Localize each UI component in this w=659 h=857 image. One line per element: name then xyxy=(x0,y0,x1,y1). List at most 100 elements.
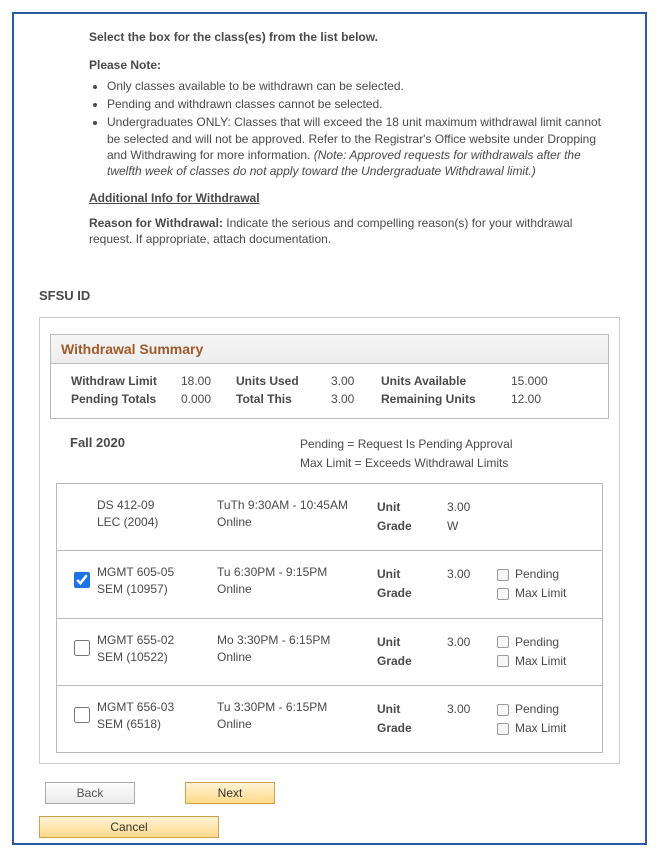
maxlimit-flag: Max Limit xyxy=(497,719,594,738)
note-list: Only classes available to be withdrawn c… xyxy=(107,78,610,179)
unit-label: Unit xyxy=(377,498,447,517)
course-code: MGMT 656-03 xyxy=(97,700,217,714)
course-cell: DS 412-09LEC (2004) xyxy=(97,498,217,529)
class-row: DS 412-09LEC (2004)TuTh 9:30AM - 10:45AM… xyxy=(57,484,602,551)
maxlimit-flag-label: Max Limit xyxy=(515,584,566,603)
pending-flag-label: Pending xyxy=(515,565,559,584)
course-section: SEM (10957) xyxy=(97,582,217,596)
maxlimit-flag-label: Max Limit xyxy=(515,719,566,738)
note-item: Only classes available to be withdrawn c… xyxy=(107,78,610,94)
schedule-time: Tu 3:30PM - 6:15PM xyxy=(217,700,377,714)
grade-label: Grade xyxy=(377,652,447,671)
course-section: SEM (10522) xyxy=(97,650,217,664)
schedule-mode: Online xyxy=(217,650,377,664)
schedule-cell: Tu 3:30PM - 6:15PMOnline xyxy=(217,700,377,731)
unitgrade-labels: UnitGrade xyxy=(377,498,447,536)
summary-row: Withdraw Limit 18.00 Units Used 3.00 Uni… xyxy=(71,374,598,388)
units-value: 3.00 xyxy=(447,498,497,517)
schedule-mode: Online xyxy=(217,582,377,596)
course-cell: MGMT 605-05SEM (10957) xyxy=(97,565,217,596)
legend-maxlimit: Max Limit = Exceeds Withdrawal Limits xyxy=(300,454,512,473)
please-note-label: Please Note: xyxy=(89,58,161,72)
term-row: Fall 2020 Pending = Request Is Pending A… xyxy=(70,435,599,473)
class-row: MGMT 656-03 SEM (6518)Tu 3:30PM - 6:15PMO… xyxy=(57,686,602,752)
button-row: Back Next xyxy=(39,782,620,804)
unit-label: Unit xyxy=(377,700,447,719)
course-cell: MGMT 655-02 SEM (10522) xyxy=(97,633,217,664)
unit-label: Unit xyxy=(377,633,447,652)
flags-cell: PendingMax Limit xyxy=(497,633,594,671)
back-button[interactable]: Back xyxy=(45,782,135,804)
summary-body: Withdraw Limit 18.00 Units Used 3.00 Uni… xyxy=(51,364,608,418)
course-section: SEM (6518) xyxy=(97,717,217,731)
units-value: 3.00 xyxy=(447,700,497,719)
course-cell: MGMT 656-03 SEM (6518) xyxy=(97,700,217,731)
additional-info-title: Additional Info for Withdrawal xyxy=(89,191,610,205)
withdrawal-summary-box: Withdrawal Summary Withdraw Limit 18.00 … xyxy=(50,334,609,419)
pending-flag-box xyxy=(497,636,509,648)
legend-block: Pending = Request Is Pending Approval Ma… xyxy=(300,435,512,473)
schedule-time: TuTh 9:30AM - 10:45AM xyxy=(217,498,377,512)
withdraw-limit-value: 18.00 xyxy=(181,374,236,388)
withdrawal-form-frame: Select the box for the class(es) from th… xyxy=(12,12,647,845)
grade-label: Grade xyxy=(377,719,447,738)
select-line: Select the box for the class(es) from th… xyxy=(89,30,378,44)
note-item: Pending and withdrawn classes cannot be … xyxy=(107,96,610,112)
unitgrade-labels: UnitGrade xyxy=(377,700,447,738)
select-class-checkbox[interactable] xyxy=(74,640,90,656)
grade-label: Grade xyxy=(377,517,447,536)
note-item: Undergraduates ONLY: Classes that will e… xyxy=(107,114,610,179)
grade-value: W xyxy=(447,517,497,536)
course-code: DS 412-09 xyxy=(97,498,217,512)
cancel-button[interactable]: Cancel xyxy=(39,816,219,838)
legend-pending: Pending = Request Is Pending Approval xyxy=(300,435,512,454)
schedule-cell: Tu 6:30PM - 9:15PM Online xyxy=(217,565,377,596)
withdrawal-panel: Withdrawal Summary Withdraw Limit 18.00 … xyxy=(39,317,620,765)
checkbox-cell xyxy=(65,498,97,502)
withdraw-limit-label: Withdraw Limit xyxy=(71,374,181,388)
pending-flag-label: Pending xyxy=(515,633,559,652)
flags-cell: PendingMax Limit xyxy=(497,565,594,603)
pending-flag-box xyxy=(497,569,509,581)
pending-flag: Pending xyxy=(497,565,594,584)
total-this-label: Total This xyxy=(236,392,331,406)
schedule-cell: Mo 3:30PM - 6:15PMOnline xyxy=(217,633,377,664)
checkbox-cell xyxy=(65,565,97,591)
pending-totals-label: Pending Totals xyxy=(71,392,181,406)
select-class-checkbox[interactable] xyxy=(74,707,90,723)
pending-flag: Pending xyxy=(497,700,594,719)
sfsu-id-label: SFSU ID xyxy=(39,288,620,303)
total-this-value: 3.00 xyxy=(331,392,381,406)
maxlimit-flag-box xyxy=(497,588,509,600)
summary-row: Pending Totals 0.000 Total This 3.00 Rem… xyxy=(71,392,598,406)
remaining-units-value: 12.00 xyxy=(511,392,571,406)
unit-label: Unit xyxy=(377,565,447,584)
reason-line: Reason for Withdrawal: Indicate the seri… xyxy=(89,215,610,247)
units-used-label: Units Used xyxy=(236,374,331,388)
unit-values: 3.00 xyxy=(447,700,497,719)
pending-flag-box xyxy=(497,704,509,716)
term-label: Fall 2020 xyxy=(70,435,300,473)
pending-totals-value: 0.000 xyxy=(181,392,236,406)
checkbox-cell xyxy=(65,633,97,659)
units-value: 3.00 xyxy=(447,565,497,584)
flags-cell: PendingMax Limit xyxy=(497,700,594,738)
unit-values: 3.00 xyxy=(447,565,497,584)
unit-values: 3.00W xyxy=(447,498,497,536)
checkbox-cell xyxy=(65,700,97,726)
unit-values: 3.00 xyxy=(447,633,497,652)
course-code: MGMT 655-02 xyxy=(97,633,217,647)
maxlimit-flag-label: Max Limit xyxy=(515,652,566,671)
remaining-units-label: Remaining Units xyxy=(381,392,511,406)
maxlimit-flag: Max Limit xyxy=(497,652,594,671)
schedule-mode: Online xyxy=(217,515,377,529)
schedule-cell: TuTh 9:30AM - 10:45AM Online xyxy=(217,498,377,529)
units-value: 3.00 xyxy=(447,633,497,652)
select-class-checkbox[interactable] xyxy=(74,572,90,588)
maxlimit-flag-box xyxy=(497,655,509,667)
unitgrade-labels: UnitGrade xyxy=(377,633,447,671)
schedule-time: Tu 6:30PM - 9:15PM xyxy=(217,565,377,579)
next-button[interactable]: Next xyxy=(185,782,275,804)
units-available-value: 15.000 xyxy=(511,374,571,388)
pending-flag-label: Pending xyxy=(515,700,559,719)
